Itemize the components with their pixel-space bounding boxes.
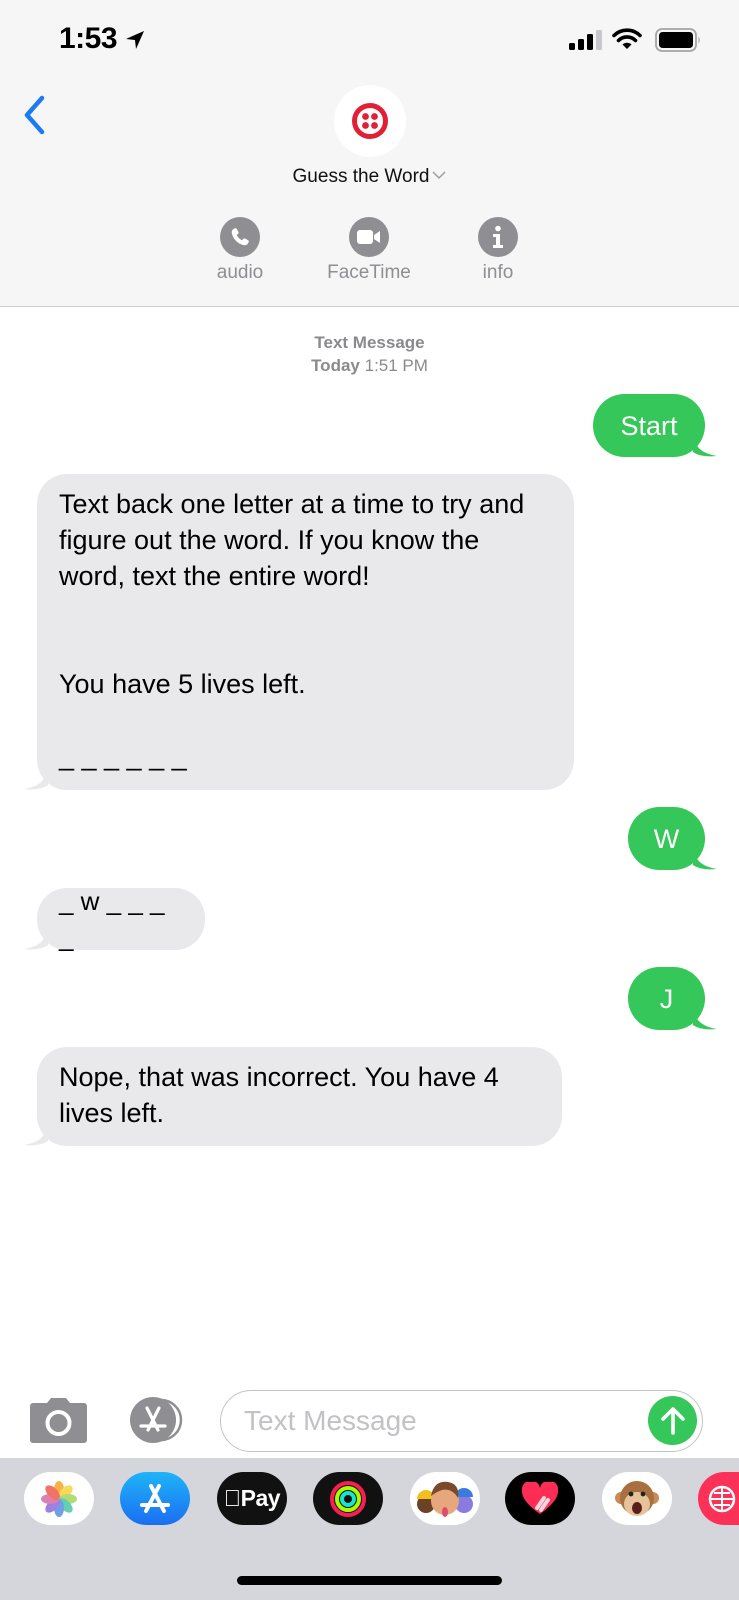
home-indicator[interactable] [237, 1576, 502, 1585]
contact-avatar[interactable] [334, 85, 406, 157]
facetime-label: FaceTime [327, 262, 411, 283]
send-button[interactable] [648, 1396, 697, 1445]
info-button[interactable]: info [443, 217, 553, 284]
apple-pay-label: Pay [232, 1485, 281, 1511]
phone-icon [220, 217, 260, 257]
apple-pay-icon: Pay [224, 1485, 281, 1512]
contact-name: Guess the Word [292, 166, 430, 187]
globe-search-icon [708, 1485, 736, 1512]
monkey-animoji-icon [615, 1480, 659, 1516]
info-icon [478, 217, 518, 257]
battery-icon [655, 28, 700, 52]
memoji-icon [417, 1481, 473, 1517]
message-text: W [653, 823, 680, 854]
camera-icon[interactable] [30, 1397, 87, 1443]
conversation-header: 1:53 Guess the Word audio FaceTime info [0, 0, 739, 307]
bubble-tail [24, 768, 48, 790]
audio-call-button[interactable]: audio [185, 217, 295, 284]
bubble-tail [693, 435, 717, 457]
message-text: J [659, 983, 674, 1014]
message-bubble-incoming[interactable]: Nope, that was incorrect. You have 4 liv… [24, 1047, 562, 1146]
message-input-placeholder: Text Message [244, 1405, 417, 1436]
wifi-icon [612, 28, 642, 49]
app-drawer: Pay [0, 1458, 739, 1600]
timestamp-time: 1:51 PM [364, 356, 428, 375]
digital-touch-heart-icon [522, 1481, 558, 1514]
bubble-tail [693, 1008, 717, 1030]
app-apple-pay[interactable]: Pay [217, 1472, 287, 1525]
app-memoji[interactable] [410, 1472, 480, 1525]
message-input[interactable]: Text Message [220, 1390, 703, 1452]
message-bubble-outgoing[interactable]: J [628, 967, 717, 1030]
message-text: _ w _ _ _ _ [59, 886, 165, 952]
app-animoji[interactable] [602, 1472, 672, 1525]
facetime-button[interactable]: FaceTime [314, 217, 424, 284]
bubble-tail [693, 848, 717, 870]
arrow-up-icon [660, 1406, 685, 1435]
audio-label: audio [216, 262, 264, 283]
timestamp-day: Today [311, 356, 360, 375]
photos-icon [41, 1480, 77, 1517]
back-chevron-icon[interactable] [18, 92, 52, 138]
bubble-tail [24, 1124, 48, 1146]
message-text: Nope, that was incorrect. You have 4 liv… [59, 1062, 499, 1128]
chevron-down-icon [432, 171, 446, 179]
message-bubble-outgoing[interactable]: W [628, 807, 717, 870]
message-bubble-incoming[interactable]: Text back one letter at a time to try an… [24, 474, 574, 790]
message-bubble-incoming[interactable]: _ w _ _ _ _ [24, 886, 205, 952]
activity-rings-icon [330, 1480, 366, 1517]
contact-name-button[interactable]: Guess the Word [0, 166, 739, 188]
bubble-tail [24, 928, 48, 950]
signal-icon [569, 30, 602, 50]
app-web-search[interactable] [698, 1472, 739, 1525]
conversation-timestamp: Text Message Today 1:51 PM [0, 331, 739, 377]
location-arrow-icon [126, 31, 144, 49]
video-camera-icon [349, 217, 389, 257]
app-store-icon [140, 1483, 170, 1513]
app-digital-touch[interactable] [505, 1472, 575, 1525]
app-app-store[interactable] [120, 1472, 190, 1525]
status-time: 1:53 [59, 22, 118, 55]
message-bubble-outgoing[interactable]: Start [593, 394, 717, 457]
twilio-logo-icon [352, 103, 388, 139]
message-text: Start [620, 410, 678, 441]
app-photos[interactable] [24, 1472, 94, 1525]
info-label: info [482, 262, 514, 283]
app-activity[interactable] [313, 1472, 383, 1525]
message-text: Text back one letter at a time to try an… [59, 489, 525, 771]
service-label: Text Message [314, 333, 425, 352]
app-store-icon[interactable] [125, 1396, 189, 1444]
